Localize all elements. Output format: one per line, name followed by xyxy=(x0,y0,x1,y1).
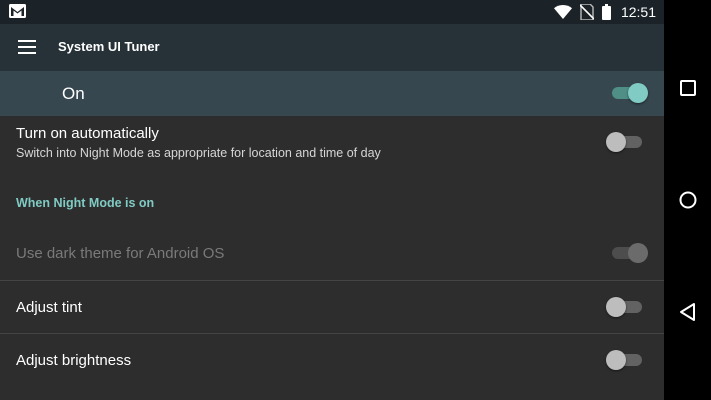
status-bar: 12:51 xyxy=(0,0,664,24)
no-sim-icon xyxy=(579,4,594,20)
home-icon[interactable] xyxy=(675,187,701,213)
back-icon[interactable] xyxy=(675,299,701,325)
auto-switch-toggle[interactable] xyxy=(606,132,644,152)
pref-tint-title: Adjust tint xyxy=(16,299,82,316)
pref-auto-title: Turn on automatically xyxy=(16,125,159,142)
brightness-switch-toggle[interactable] xyxy=(606,350,644,370)
tint-switch-toggle[interactable] xyxy=(606,297,644,317)
screen: 12:51 System UI Tuner On Turn on automat… xyxy=(0,0,664,400)
pref-adjust-brightness[interactable]: Adjust brightness xyxy=(0,334,664,386)
pref-turn-on-automatically[interactable]: Turn on automatically Switch into Night … xyxy=(0,116,664,174)
dark-theme-switch-toggle xyxy=(612,243,648,263)
gmail-notification-icon xyxy=(9,4,26,18)
battery-icon xyxy=(601,4,611,20)
master-switch-label: On xyxy=(62,84,85,103)
master-switch-toggle[interactable] xyxy=(612,83,648,103)
category-header: When Night Mode is on xyxy=(16,196,155,210)
pref-brightness-title: Adjust brightness xyxy=(16,352,132,369)
pref-auto-summary: Switch into Night Mode as appropriate fo… xyxy=(16,146,381,160)
toolbar: System UI Tuner xyxy=(0,24,664,71)
hamburger-menu-icon[interactable] xyxy=(18,40,36,54)
pref-dark-theme-title: Use dark theme for Android OS xyxy=(16,245,225,262)
clock: 12:51 xyxy=(620,4,656,20)
recents-icon[interactable] xyxy=(675,75,701,101)
pref-dark-theme: Use dark theme for Android OS xyxy=(0,228,664,280)
status-icons: 12:51 xyxy=(553,0,656,24)
toolbar-title: System UI Tuner xyxy=(58,39,160,54)
navigation-bar xyxy=(664,0,711,400)
master-switch-bar[interactable]: On xyxy=(0,71,664,116)
wifi-icon xyxy=(553,5,572,19)
pref-adjust-tint[interactable]: Adjust tint xyxy=(0,281,664,333)
